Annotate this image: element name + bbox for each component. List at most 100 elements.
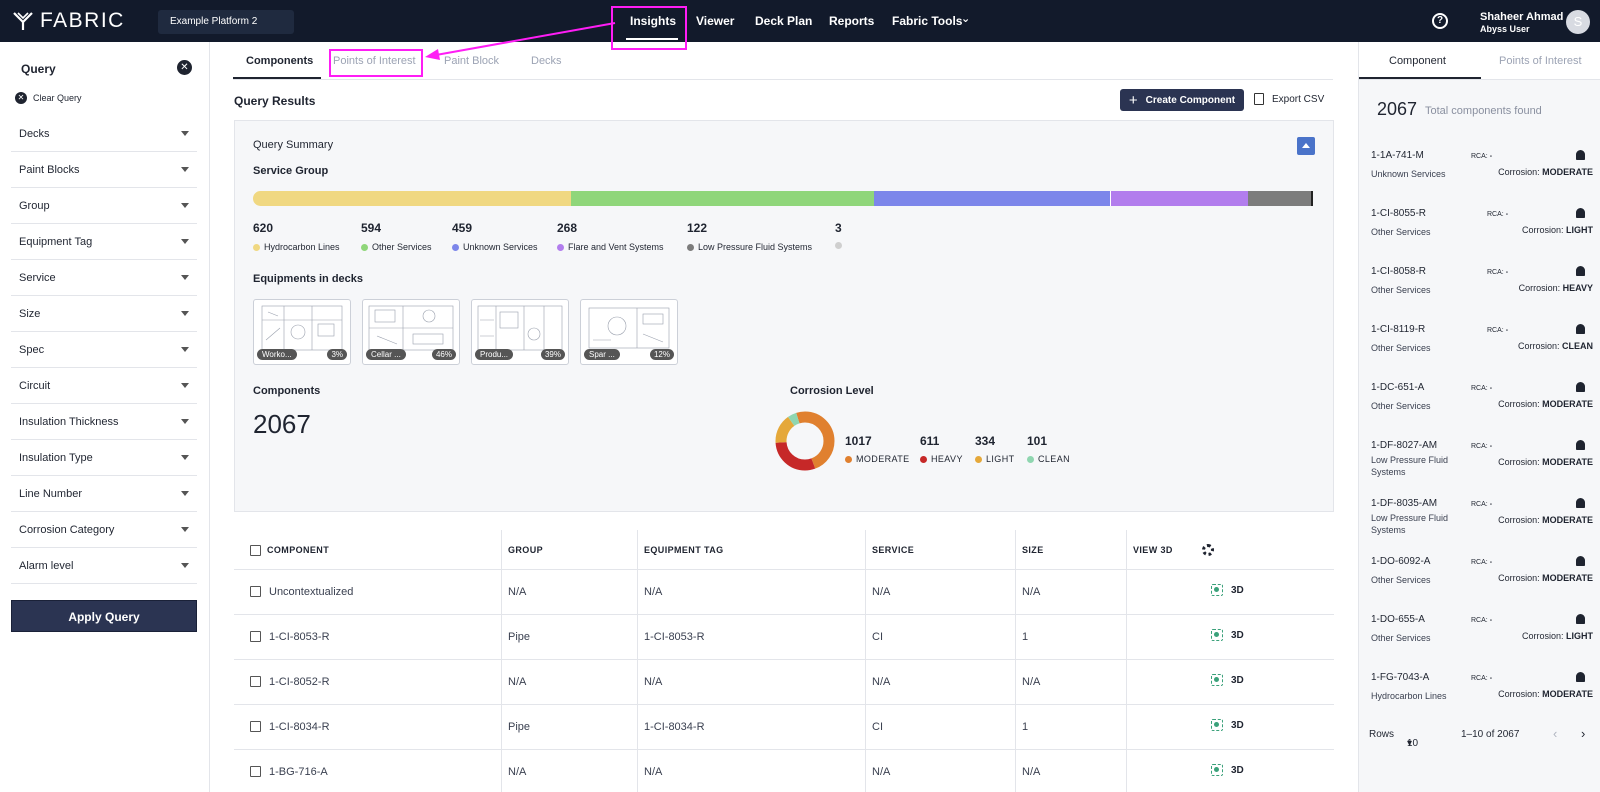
table-row[interactable]: 1-CI-8034-R Pipe 1-CI-8034-R CI 1 3D xyxy=(234,705,1334,750)
bell-icon[interactable] xyxy=(1576,498,1585,508)
list-item[interactable]: 1-DO-655-A Other Services RCA: - Corrosi… xyxy=(1359,614,1600,672)
bell-icon[interactable] xyxy=(1576,382,1585,392)
list-item[interactable]: 1-CI-8119-R Other Services RCA: - Corros… xyxy=(1359,324,1600,382)
filter-group[interactable]: Group xyxy=(11,188,197,224)
chevron-left-icon[interactable]: ‹ xyxy=(1553,726,1557,741)
filter-alarm-level[interactable]: Alarm level xyxy=(11,548,197,584)
filter-paint-blocks[interactable]: Paint Blocks xyxy=(11,152,197,188)
header-size[interactable]: SIZE xyxy=(1022,545,1044,555)
view-3d-button[interactable]: 3D xyxy=(1211,764,1244,776)
components-count: 2067 xyxy=(253,409,311,439)
header-view-3d: VIEW 3D xyxy=(1133,545,1173,555)
filter-equipment-tag[interactable]: Equipment Tag xyxy=(11,224,197,260)
view-3d-button[interactable]: 3D xyxy=(1211,674,1244,686)
apply-query-button[interactable]: Apply Query xyxy=(11,600,197,632)
avatar[interactable]: S xyxy=(1566,10,1590,34)
filter-insulation-thickness[interactable]: Insulation Thickness xyxy=(11,404,197,440)
bell-icon[interactable] xyxy=(1576,672,1585,682)
deck-card[interactable]: Cellar ... 46% xyxy=(362,299,460,365)
service-bar-segment-unknown[interactable] xyxy=(874,191,1110,206)
filter-label: Service xyxy=(19,272,56,284)
fabric-logo[interactable]: FABRIC xyxy=(12,9,125,32)
list-item[interactable]: 1-1A-741-M Unknown Services RCA: - Corro… xyxy=(1359,150,1600,208)
filter-service[interactable]: Service xyxy=(11,260,197,296)
service-bar-segment-other-small[interactable] xyxy=(1311,191,1313,206)
deck-card[interactable]: Worko... 3% xyxy=(253,299,351,365)
rca-value: - xyxy=(1505,269,1509,276)
bell-icon[interactable] xyxy=(1576,208,1585,218)
tab-components[interactable]: Components xyxy=(246,55,313,67)
row-checkbox[interactable] xyxy=(250,721,261,732)
cell-size: 1 xyxy=(1022,631,1029,643)
platform-select[interactable]: Example Platform 2 xyxy=(158,10,294,34)
tab-decks[interactable]: Decks xyxy=(531,55,562,67)
table-row[interactable]: Uncontextualized N/A N/A N/A N/A 3D xyxy=(234,570,1334,615)
service-bar-segment-other[interactable] xyxy=(570,191,875,206)
view-3d-button[interactable]: 3D xyxy=(1211,719,1244,731)
rca-label: RCA: xyxy=(1471,153,1488,160)
header-service[interactable]: SERVICE xyxy=(872,545,914,555)
chevron-down-icon[interactable]: ⌄ xyxy=(961,12,970,25)
bell-icon[interactable] xyxy=(1576,266,1585,276)
query-summary-panel: Query Summary Service Group 620 Hydrocar… xyxy=(234,120,1334,512)
service-bar-segment-flare[interactable] xyxy=(1109,191,1248,206)
rtab-points-of-interest[interactable]: Points of Interest xyxy=(1499,55,1582,67)
clear-query-button[interactable]: ✕ Clear Query xyxy=(15,92,82,104)
table-row[interactable]: 1-CI-8053-R Pipe 1-CI-8053-R CI 1 3D xyxy=(234,615,1334,660)
list-item[interactable]: 1-CI-8055-R Other Services RCA: - Corros… xyxy=(1359,208,1600,266)
filter-insulation-type[interactable]: Insulation Type xyxy=(11,440,197,476)
header-group[interactable]: GROUP xyxy=(508,545,543,555)
row-checkbox[interactable] xyxy=(250,766,261,777)
collapse-button[interactable] xyxy=(1297,137,1315,155)
close-icon[interactable]: ✕ xyxy=(177,60,192,75)
tab-paint-block[interactable]: Paint Block xyxy=(444,55,499,67)
equipments-in-decks-title: Equipments in decks xyxy=(253,273,364,285)
filter-spec[interactable]: Spec xyxy=(11,332,197,368)
service-stat: 268 Flare and Vent Systems xyxy=(557,221,664,252)
bell-icon[interactable] xyxy=(1576,614,1585,624)
create-component-button[interactable]: + Create Component xyxy=(1120,89,1244,111)
service-bar-segment-hydrocarbon[interactable] xyxy=(253,191,571,206)
export-csv-button[interactable]: Export CSV xyxy=(1254,93,1324,105)
service-bar-segment-low-pressure[interactable] xyxy=(1247,191,1312,206)
list-item[interactable]: 1-CI-8058-R Other Services RCA: - Corros… xyxy=(1359,266,1600,324)
view-3d-button[interactable]: 3D xyxy=(1211,584,1244,596)
nav-viewer[interactable]: Viewer xyxy=(696,14,734,28)
corrosion-prefix: Corrosion: xyxy=(1518,283,1561,293)
rca-value: - xyxy=(1505,211,1509,218)
bell-icon[interactable] xyxy=(1576,556,1585,566)
view-3d-button[interactable]: 3D xyxy=(1211,629,1244,641)
chevron-right-icon[interactable]: › xyxy=(1581,726,1585,741)
bell-icon[interactable] xyxy=(1576,324,1585,334)
list-item[interactable]: 1-DF-8035-AM Low Pressure Fluid Systems … xyxy=(1359,498,1600,556)
filter-line-number[interactable]: Line Number xyxy=(11,476,197,512)
rtab-component[interactable]: Component xyxy=(1389,55,1446,67)
filter-decks[interactable]: Decks xyxy=(11,116,197,152)
filter-size[interactable]: Size xyxy=(11,296,197,332)
tab-points-of-interest[interactable]: Points of Interest xyxy=(333,55,416,67)
gear-icon[interactable] xyxy=(1202,544,1214,556)
table-row[interactable]: 1-CI-8052-R N/A N/A N/A N/A 3D xyxy=(234,660,1334,705)
list-item[interactable]: 1-DF-8027-AM Low Pressure Fluid Systems … xyxy=(1359,440,1600,498)
bell-icon[interactable] xyxy=(1576,440,1585,450)
list-item[interactable]: 1-DC-651-A Other Services RCA: - Corrosi… xyxy=(1359,382,1600,440)
nav-deck-plan[interactable]: Deck Plan xyxy=(755,14,812,28)
row-checkbox[interactable] xyxy=(250,676,261,687)
corrosion-value: CLEAN xyxy=(1562,341,1593,351)
filter-circuit[interactable]: Circuit xyxy=(11,368,197,404)
filter-corrosion-category[interactable]: Corrosion Category xyxy=(11,512,197,548)
table-row[interactable]: 1-BG-716-A N/A N/A N/A N/A 3D xyxy=(234,750,1334,792)
help-icon[interactable]: ? xyxy=(1432,13,1448,29)
row-checkbox[interactable] xyxy=(250,631,261,642)
select-all-checkbox[interactable] xyxy=(250,545,261,556)
list-item[interactable]: 1-DO-6092-A Other Services RCA: - Corros… xyxy=(1359,556,1600,614)
nav-fabric-tools[interactable]: Fabric Tools xyxy=(892,14,962,28)
deck-card[interactable]: Spar ... 12% xyxy=(580,299,678,365)
header-equipment-tag[interactable]: EQUIPMENT TAG xyxy=(644,545,724,555)
bell-icon[interactable] xyxy=(1576,150,1585,160)
nav-reports[interactable]: Reports xyxy=(829,14,874,28)
corrosion-value: LIGHT xyxy=(1566,225,1593,235)
header-component[interactable]: COMPONENT xyxy=(267,545,329,555)
row-checkbox[interactable] xyxy=(250,586,261,597)
deck-card[interactable]: Produ... 39% xyxy=(471,299,569,365)
